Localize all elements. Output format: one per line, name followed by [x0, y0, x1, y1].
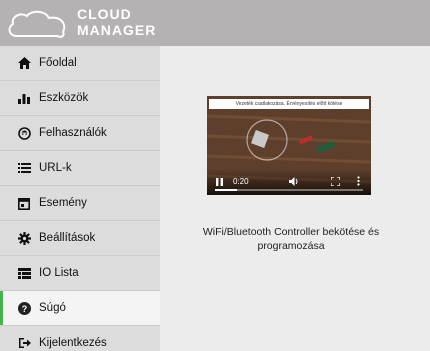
home-icon — [17, 56, 31, 70]
cloud-manager-logo[interactable]: CLOUD MANAGER — [0, 0, 160, 46]
sidebar-item-logout[interactable]: Kijelentkezés — [0, 326, 160, 351]
bar-chart-icon — [17, 91, 31, 105]
fullscreen-icon[interactable] — [330, 176, 341, 188]
sidebar-item-label: Kijelentkezés — [39, 337, 107, 349]
video-player[interactable]: Vezeték csatlakozása. Érvényesítés előtt… — [207, 96, 371, 195]
video-progress-fill — [215, 189, 238, 191]
logo-line1: CLOUD — [77, 6, 132, 22]
more-options-icon[interactable] — [357, 176, 360, 188]
sidebar-item-home[interactable]: Főoldal — [0, 46, 160, 81]
sidebar-item-io-list[interactable]: IO Lista — [0, 256, 160, 291]
sidebar-item-label: Eszközök — [39, 92, 89, 104]
sidebar-item-label: IO Lista — [39, 267, 79, 279]
calendar-icon — [17, 196, 31, 210]
sidebar-item-label: Súgó — [39, 302, 66, 314]
sidebar-item-label: Főoldal — [39, 57, 77, 69]
sidebar-item-help[interactable]: ? Súgó — [0, 291, 160, 326]
video-caption: Vezeték csatlakozása. Érvényesítés előtt… — [209, 99, 369, 109]
sidebar-item-urls[interactable]: URL-k — [0, 151, 160, 186]
gear-icon — [17, 231, 31, 245]
user-face-icon — [17, 126, 31, 140]
video-progress-bar[interactable] — [215, 189, 363, 191]
top-header: CLOUD MANAGER — [0, 0, 430, 46]
sidebar-item-label: Felhasználók — [39, 127, 107, 139]
sidebar-item-events[interactable]: Esemény — [0, 186, 160, 221]
logout-icon — [17, 336, 31, 350]
video-description: WiFi/Bluetooth Controller bekötése és pr… — [202, 226, 380, 252]
sidebar-item-settings[interactable]: Beállítások — [0, 221, 160, 256]
pause-icon[interactable] — [216, 178, 223, 188]
video-time: 0:20 — [233, 177, 249, 186]
volume-icon[interactable] — [289, 177, 299, 188]
sidebar-item-devices[interactable]: Eszközök — [0, 81, 160, 116]
sidebar-item-label: URL-k — [39, 162, 72, 174]
cloud-icon — [8, 10, 66, 38]
sidebar-item-label: Beállítások — [39, 232, 96, 244]
svg-text:?: ? — [21, 304, 27, 314]
sidebar: Főoldal Eszközök Felhasználók URL-k Esem… — [0, 46, 160, 351]
logo-text: CLOUD MANAGER — [77, 6, 156, 38]
logo-line2: MANAGER — [77, 22, 157, 38]
list-icon — [17, 161, 31, 175]
help-icon: ? — [17, 301, 31, 315]
video-controls: 0:20 — [207, 169, 371, 195]
main-content: Vezeték csatlakozása. Érvényesítés előtt… — [160, 46, 430, 351]
sidebar-item-label: Esemény — [39, 197, 87, 209]
table-list-icon — [17, 266, 31, 280]
sidebar-item-users[interactable]: Felhasználók — [0, 116, 160, 151]
